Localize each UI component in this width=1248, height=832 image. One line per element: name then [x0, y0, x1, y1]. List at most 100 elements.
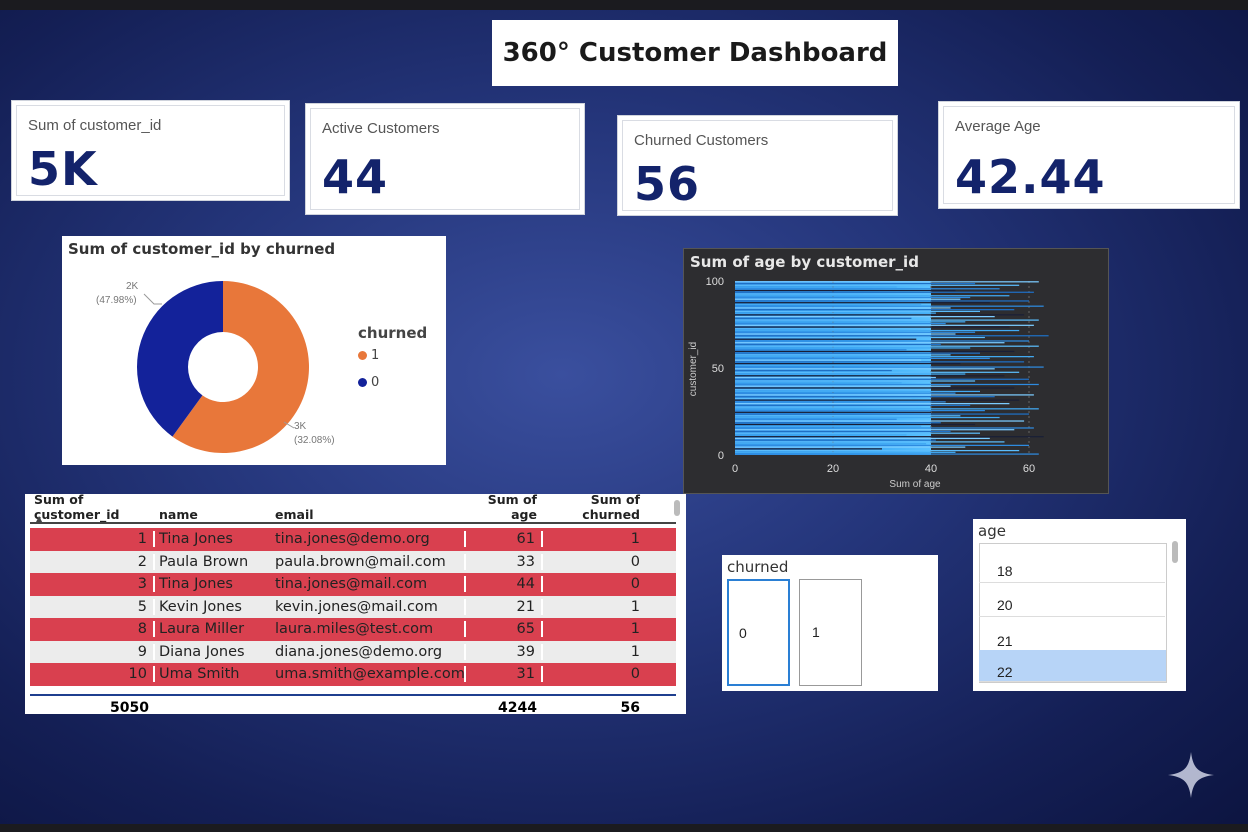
age-option-21[interactable]: 21	[979, 625, 1165, 653]
bar[interactable]	[735, 427, 1034, 429]
bar[interactable]	[735, 345, 1039, 347]
bar[interactable]	[735, 399, 1020, 401]
bar[interactable]	[735, 336, 985, 339]
bar[interactable]	[735, 439, 936, 441]
bar[interactable]	[735, 321, 966, 323]
bar[interactable]	[735, 328, 927, 330]
bar[interactable]	[735, 343, 941, 346]
bar[interactable]	[735, 422, 941, 424]
bar[interactable]	[735, 295, 1010, 297]
kpi-card-sum-customer-id[interactable]: Sum of customer_id 5K	[11, 100, 290, 201]
bar[interactable]	[735, 314, 1025, 316]
bar[interactable]	[735, 434, 907, 436]
bar[interactable]	[735, 368, 995, 370]
bar[interactable]	[735, 352, 980, 354]
donut-legend-item-1[interactable]: 1	[358, 348, 427, 363]
bar[interactable]	[735, 293, 931, 295]
bar[interactable]	[735, 309, 1015, 311]
bar[interactable]	[735, 418, 897, 420]
bar[interactable]	[735, 408, 1039, 410]
bar[interactable]	[735, 432, 980, 434]
bar[interactable]	[735, 296, 971, 299]
bar[interactable]	[735, 286, 897, 288]
bar[interactable]	[735, 354, 951, 356]
kpi-card-churned-customers[interactable]: Churned Customers 56	[617, 115, 898, 216]
bar[interactable]	[735, 396, 995, 398]
bar[interactable]	[735, 437, 990, 440]
bar[interactable]	[735, 406, 917, 408]
bar[interactable]	[735, 369, 892, 372]
bar[interactable]	[735, 446, 966, 448]
donut-chart-panel[interactable]: Sum of customer_id by churned churned 1 …	[62, 236, 446, 465]
bar[interactable]	[735, 347, 971, 349]
bar[interactable]	[735, 390, 980, 393]
churned-option-0[interactable]: 0	[727, 579, 790, 686]
bar[interactable]	[735, 364, 931, 366]
bar[interactable]	[735, 289, 956, 292]
donut-legend-item-0[interactable]: 0	[358, 375, 427, 390]
age-option-18[interactable]: 18	[979, 555, 1165, 583]
bar[interactable]	[735, 357, 990, 359]
bar[interactable]	[735, 401, 946, 403]
bar[interactable]	[735, 403, 1010, 405]
bar[interactable]	[735, 326, 1010, 328]
bar[interactable]	[735, 350, 1015, 353]
table-row[interactable]: 9 Diana Jones diana.jones@demo.org 39 1	[30, 640, 676, 663]
bar[interactable]	[735, 340, 1029, 342]
bar[interactable]	[735, 429, 1015, 431]
table-row[interactable]: 1 Tina Jones tina.jones@demo.org 61 1	[30, 528, 676, 551]
bar[interactable]	[735, 338, 917, 340]
bar[interactable]	[735, 371, 1020, 373]
bar[interactable]	[735, 404, 971, 406]
bar[interactable]	[735, 349, 907, 351]
bar[interactable]	[735, 378, 1029, 380]
bar[interactable]	[735, 307, 951, 309]
bar[interactable]	[735, 443, 927, 445]
bar[interactable]	[735, 319, 1039, 321]
age-list-scrollbar[interactable]	[1172, 541, 1178, 563]
bar[interactable]	[735, 324, 1034, 326]
bar[interactable]	[735, 303, 922, 306]
sort-arrow-icon[interactable]: ▲	[36, 514, 42, 523]
bar[interactable]	[735, 394, 1034, 396]
bar[interactable]	[735, 281, 1039, 283]
bar[interactable]	[735, 425, 922, 427]
bar[interactable]	[735, 376, 936, 379]
bar[interactable]	[735, 329, 1020, 332]
bar[interactable]	[735, 415, 961, 417]
bar-chart-panel[interactable]: Sum of age by customer_id 0 20 40 60 0 50 100 S…	[683, 248, 1109, 494]
age-option-20[interactable]: 20	[979, 589, 1165, 617]
bar[interactable]	[735, 362, 961, 365]
bar[interactable]	[735, 310, 980, 313]
customer-table-panel[interactable]: Sum of customer_id name email Sum of age…	[25, 492, 686, 716]
bar[interactable]	[735, 448, 882, 450]
bar[interactable]	[735, 317, 912, 319]
bar[interactable]	[735, 288, 1000, 290]
bar[interactable]	[735, 444, 1029, 446]
bar[interactable]	[735, 284, 1020, 286]
bar[interactable]	[735, 305, 1044, 307]
bar[interactable]	[735, 453, 1039, 455]
bar[interactable]	[735, 361, 1025, 363]
col-header-age[interactable]: Sum of age	[466, 492, 543, 522]
bar[interactable]	[735, 409, 985, 412]
col-header-customer-id[interactable]: Sum of customer_id	[30, 492, 155, 522]
col-header-name[interactable]: name	[155, 507, 271, 522]
bar[interactable]	[735, 331, 976, 333]
bar[interactable]	[735, 392, 956, 394]
table-row[interactable]: 2 Paula Brown paula.brown@mail.com 33 0	[30, 550, 676, 573]
table-row[interactable]: 5 Kevin Jones kevin.jones@mail.com 21 1	[30, 595, 676, 618]
bar[interactable]	[735, 373, 966, 375]
bar[interactable]	[735, 436, 1044, 438]
bar[interactable]	[735, 375, 1005, 377]
bar[interactable]	[735, 316, 995, 318]
bar[interactable]	[735, 385, 951, 387]
bar[interactable]	[735, 413, 1029, 415]
table-row[interactable]: 10 Uma Smith uma.smith@example.com 31 0	[30, 663, 676, 686]
bar[interactable]	[735, 383, 1039, 386]
col-header-churned[interactable]: Sum of churned	[543, 492, 646, 522]
bar[interactable]	[735, 333, 956, 335]
bar[interactable]	[735, 342, 1005, 344]
table-row[interactable]: 8 Laura Miller laura.miles@test.com 65 1	[30, 618, 676, 641]
bar[interactable]	[735, 335, 1049, 337]
